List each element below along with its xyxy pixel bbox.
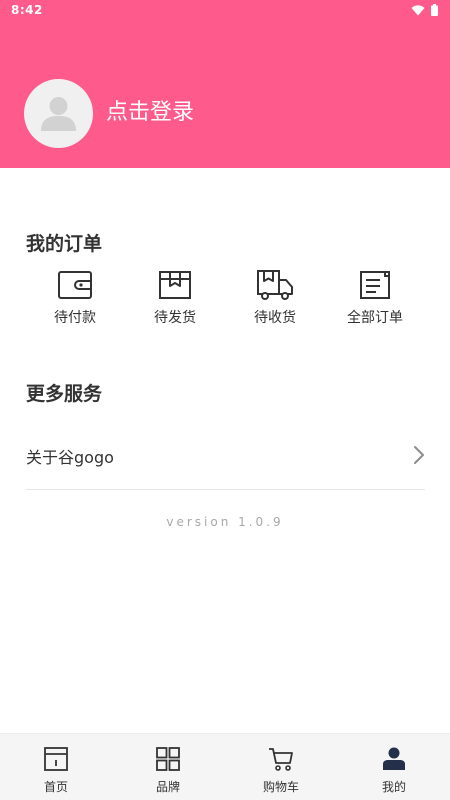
nav-item-brand[interactable]: 品牌 [112,746,224,795]
version-text: version 1.0.9 [166,515,284,529]
order-pending-payment[interactable]: 待付款 [30,268,120,327]
order-pending-payment-label: 待付款 [54,310,96,326]
home-icon [44,747,68,771]
avatar[interactable] [24,79,93,148]
wallet-icon [58,271,92,299]
services-section-title: 更多服务 [26,383,103,405]
order-all-label: 全部订单 [347,310,403,326]
order-pending-receipt-label: 待收货 [254,310,296,326]
status-time: 8:42 [11,3,43,17]
order-pending-shipment[interactable]: 待发货 [130,268,220,327]
battery-icon [431,4,438,16]
nav-item-brand-label: 品牌 [155,780,180,794]
service-item-about-label: 关于谷gogo [26,448,114,467]
nav-item-mine[interactable]: 我的 [338,746,450,795]
chevron-right-icon [414,446,424,464]
box-icon [159,271,191,299]
status-bar: 8:42 [0,0,450,22]
nav-item-home[interactable]: 首页 [0,746,112,795]
orders-row: 待付款 待发货 待收货 全部订单 [0,268,450,332]
wifi-icon [411,4,425,15]
profile-page: 8:42 点击登录 我的订单 待付款 待发货 待收货 全部订单 更多服务 关于谷… [0,0,450,800]
order-list-icon [360,271,390,299]
status-icons [411,4,438,16]
nav-item-mine-label: 我的 [381,780,406,794]
order-pending-receipt[interactable]: 待收货 [230,268,320,327]
grid-icon [156,747,180,771]
default-avatar-icon [41,97,76,131]
service-item-about[interactable]: 关于谷gogo [26,430,425,490]
cart-icon [269,748,293,771]
nav-item-cart[interactable]: 购物车 [225,746,337,795]
delivery-truck-icon [257,270,293,300]
order-pending-shipment-label: 待发货 [154,310,196,326]
profile-header: 8:42 点击登录 [0,0,450,168]
login-link[interactable]: 点击登录 [106,98,194,128]
user-icon [383,747,405,770]
order-all[interactable]: 全部订单 [330,268,420,327]
nav-item-home-label: 首页 [43,780,68,794]
orders-section-title: 我的订单 [26,233,103,255]
bottom-nav: 首页 品牌 购物车 我的 [0,733,450,800]
nav-item-cart-label: 购物车 [262,780,299,794]
